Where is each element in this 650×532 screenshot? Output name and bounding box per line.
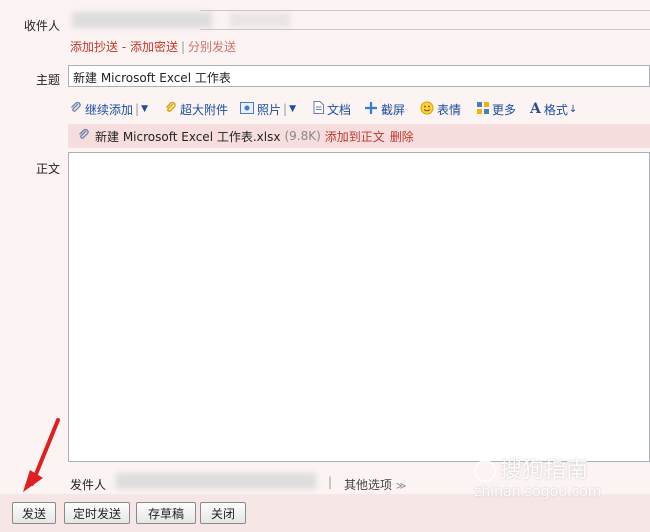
add-to-body-link[interactable]: 添加到正文 xyxy=(325,128,385,145)
more-button[interactable]: 更多 xyxy=(477,100,516,118)
cc-dash: - xyxy=(118,40,130,54)
close-button[interactable]: 关闭 xyxy=(200,502,246,524)
grid-icon xyxy=(477,101,489,117)
recipient-input[interactable] xyxy=(200,10,650,30)
red-arrow-icon xyxy=(23,418,60,492)
body-editor[interactable] xyxy=(68,152,650,462)
subject-label: 主题 xyxy=(36,73,61,87)
watermark-line2: zhinan.sogou.com xyxy=(474,484,602,500)
body-label: 正文 xyxy=(36,162,61,176)
cc-pipe: | xyxy=(181,40,186,54)
font-a-icon: A xyxy=(530,101,541,117)
continue-add-label: 继续添加 xyxy=(85,102,134,117)
add-bcc-link[interactable]: 添加密送 xyxy=(130,40,178,54)
sender-label: 发件人 xyxy=(70,478,107,492)
emoji-label: 表情 xyxy=(437,102,462,117)
separate-send-link[interactable]: 分别发送 xyxy=(188,40,236,54)
subject-input[interactable]: 新建 Microsoft Excel 工作表 xyxy=(68,65,650,87)
delete-attachment-link[interactable]: 删除 xyxy=(390,128,414,145)
send-button[interactable]: 发送 xyxy=(12,502,56,524)
format-button[interactable]: A 格式 ↓ xyxy=(530,100,577,118)
arrow-down-icon: ↓ xyxy=(568,103,578,115)
large-attachment-button[interactable]: 超大附件 xyxy=(165,100,228,118)
attachment-row: 新建 Microsoft Excel 工作表.xlsx (9.8K) 添加到正文… xyxy=(68,124,650,148)
cc-links-row: 添加抄送 - 添加密送 | 分别发送 xyxy=(70,38,236,55)
attachment-paperclip-icon xyxy=(78,128,90,144)
scissors-icon xyxy=(364,101,378,118)
save-draft-button[interactable]: 存草稿 xyxy=(136,502,196,524)
screenshot-button[interactable]: 截屏 xyxy=(364,100,405,118)
watermark-circle-icon xyxy=(474,460,496,482)
more-label: 更多 xyxy=(492,102,517,117)
watermark-logo: 搜狗指南 xyxy=(474,452,588,484)
other-options-label: 其他选项 xyxy=(344,478,393,492)
large-attachment-label: 超大附件 xyxy=(180,102,229,117)
photo-icon xyxy=(240,101,254,117)
timed-send-button[interactable]: 定时发送 xyxy=(64,502,130,524)
recipient-label: 收件人 xyxy=(24,19,61,33)
document-icon xyxy=(313,101,324,117)
continue-add-button[interactable]: 继续添加 | ▼ xyxy=(70,100,148,118)
add-cc-link[interactable]: 添加抄送 xyxy=(70,40,118,54)
sender-blurred[interactable] xyxy=(116,473,316,489)
smiley-icon xyxy=(420,101,434,118)
other-options-toggle[interactable]: 其他选项 ≫ xyxy=(344,476,406,493)
screenshot-label: 截屏 xyxy=(381,102,406,117)
paperclip-icon xyxy=(70,101,82,117)
attachment-size: (9.8K) xyxy=(284,129,321,143)
format-label: 格式 xyxy=(543,102,568,117)
attachment-name: 新建 Microsoft Excel 工作表.xlsx xyxy=(95,129,281,144)
recipient-blurred xyxy=(72,12,212,28)
document-button[interactable]: 文档 xyxy=(313,100,351,118)
emoji-button[interactable]: 表情 xyxy=(420,100,461,118)
paperclip-large-icon xyxy=(165,101,177,117)
photo-button[interactable]: 照片 | ▼ xyxy=(240,100,296,118)
watermark-line1: 搜狗指南 xyxy=(500,458,589,483)
double-chevron-down-icon: ≫ xyxy=(395,481,407,492)
photo-chevron-down-icon[interactable]: ▼ xyxy=(289,104,296,114)
document-label: 文档 xyxy=(327,102,352,117)
chevron-down-icon[interactable]: ▼ xyxy=(141,104,148,114)
sender-separator: | xyxy=(328,475,333,489)
photo-label: 照片 xyxy=(257,102,282,117)
